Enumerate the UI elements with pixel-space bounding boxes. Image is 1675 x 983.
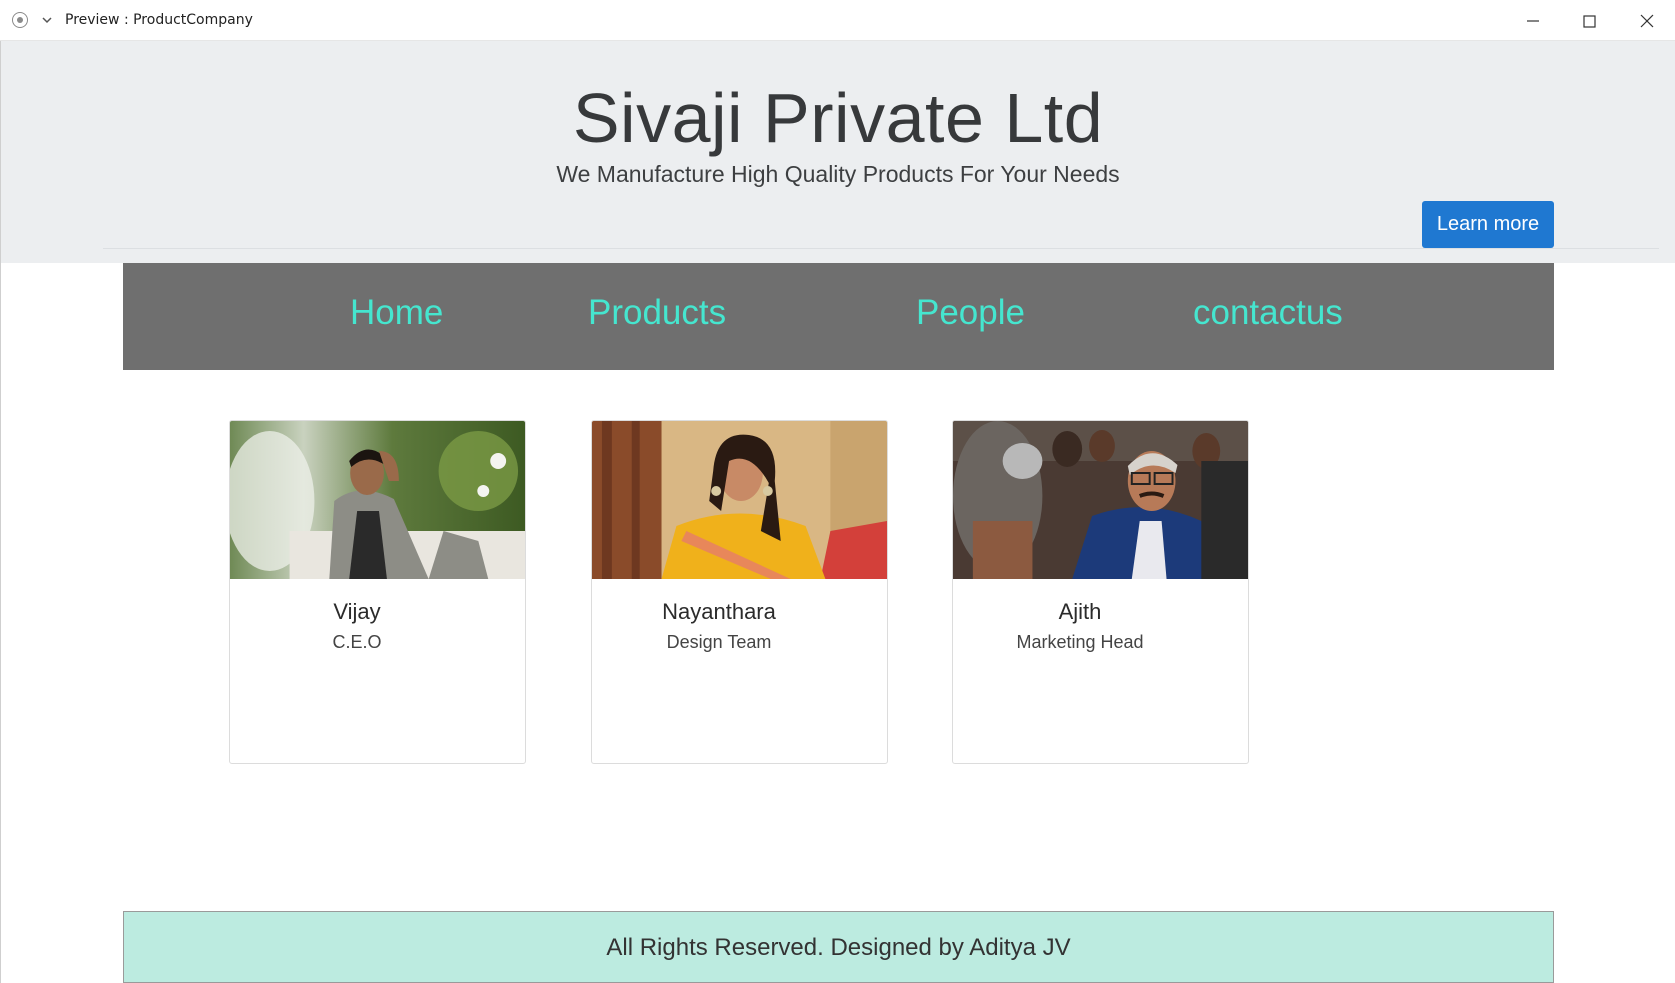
- person-name: Ajith: [1058, 599, 1102, 624]
- window-title: Preview : ProductCompany: [65, 12, 253, 28]
- person-photo-nayanthara: [592, 421, 887, 579]
- person-role: Marketing Head: [1016, 632, 1144, 652]
- nav-home-link[interactable]: Home: [350, 293, 443, 333]
- close-icon[interactable]: [1634, 8, 1660, 34]
- minimize-icon[interactable]: [1520, 8, 1546, 34]
- nav-products-link[interactable]: Products: [588, 293, 726, 333]
- person-card-vijay: Vijay C.E.O: [229, 420, 526, 764]
- person-card-nayanthara: Nayanthara Design Team: [591, 420, 888, 764]
- footer-text: All Rights Reserved. Designed by Aditya …: [606, 934, 1071, 961]
- person-photo-ajith: [953, 421, 1248, 579]
- learn-more-button[interactable]: Learn more: [1422, 201, 1554, 248]
- main-nav: Home Products People contactus: [123, 263, 1554, 370]
- person-name: Nayanthara: [662, 599, 776, 624]
- window-titlebar: Preview : ProductCompany: [0, 0, 1675, 41]
- company-tagline: We Manufacture High Quality Products For…: [556, 161, 1120, 187]
- maximize-icon[interactable]: [1576, 8, 1602, 34]
- person-name: Vijay: [333, 599, 381, 624]
- person-card-ajith: Ajith Marketing Head: [952, 420, 1249, 764]
- page-footer: All Rights Reserved. Designed by Aditya …: [123, 911, 1554, 983]
- person-role: C.E.O: [332, 632, 382, 652]
- header-divider: [103, 248, 1659, 249]
- app-record-icon[interactable]: [12, 12, 28, 28]
- nav-contactus-link[interactable]: contactus: [1193, 293, 1343, 333]
- nav-people-link[interactable]: People: [916, 293, 1025, 333]
- jumbotron-header: Sivaji Private Ltd We Manufacture High Q…: [1, 41, 1675, 263]
- person-photo-vijay: [230, 421, 525, 579]
- person-role: Design Team: [666, 632, 772, 652]
- chevron-down-icon[interactable]: [40, 13, 54, 27]
- company-title: Sivaji Private Ltd: [572, 79, 1104, 157]
